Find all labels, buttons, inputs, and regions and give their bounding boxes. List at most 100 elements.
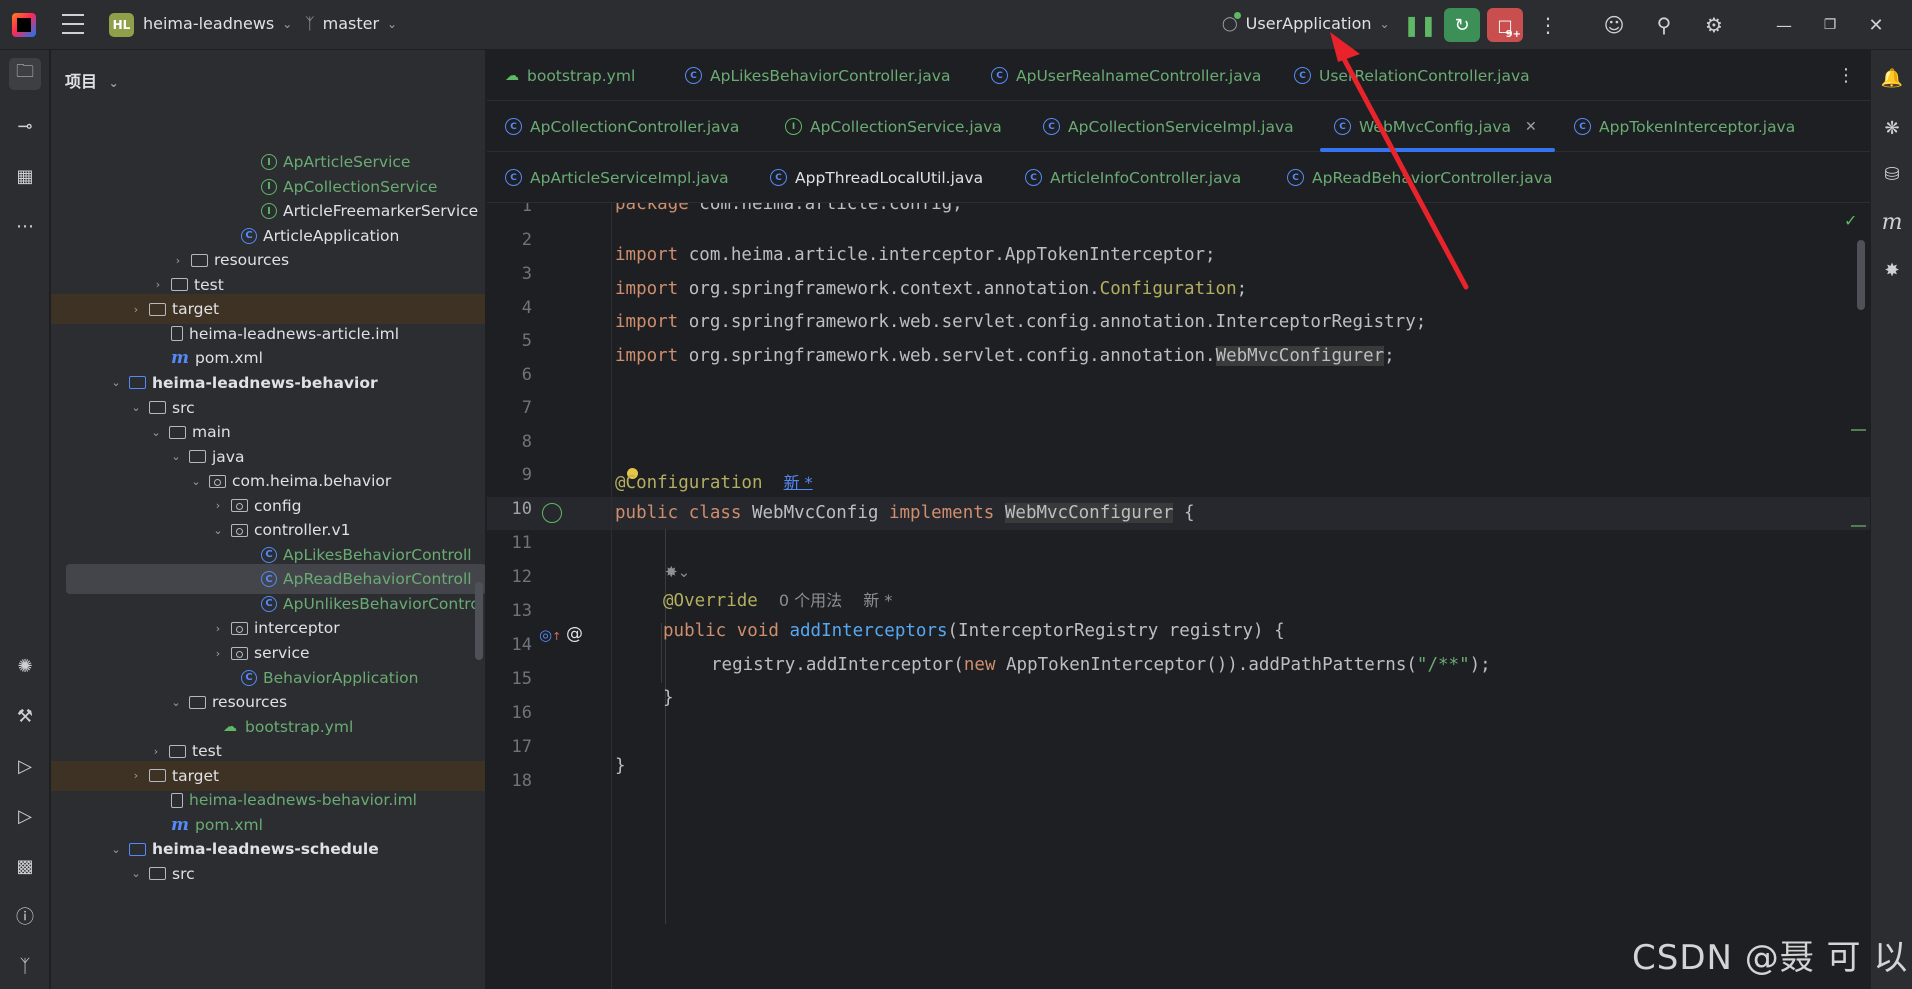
mapping-at-icon[interactable]: @ bbox=[566, 624, 583, 644]
tab-apcollection-service[interactable]: I ApCollectionService.java bbox=[785, 101, 1002, 152]
minimize-icon[interactable]: — bbox=[1766, 8, 1802, 42]
tab-apuserrealname-controller[interactable]: C ApUserRealnameController.java bbox=[991, 50, 1261, 101]
class-icon: C bbox=[505, 118, 522, 135]
more-tools-icon[interactable]: ⋯ bbox=[9, 210, 41, 242]
debug-icon[interactable]: ▷ bbox=[9, 750, 41, 782]
code-token: WebMvcConfigurer bbox=[1004, 503, 1174, 523]
tab-apptokeninterceptor[interactable]: C AppTokenInterceptor.java bbox=[1574, 101, 1795, 152]
author-hint[interactable]: 新 * bbox=[863, 591, 892, 610]
line-number: 18 bbox=[511, 771, 532, 791]
tree-row[interactable]: ⌄ src bbox=[51, 859, 485, 889]
ai-assistant-icon[interactable]: ✸⌄ bbox=[665, 563, 690, 581]
tab-apcollection-controller[interactable]: C ApCollectionController.java bbox=[505, 101, 739, 152]
problems-icon[interactable]: ⓘ bbox=[9, 900, 41, 932]
tree-row-label: test bbox=[192, 742, 222, 761]
expand-chevron-icon[interactable]: ⌄ bbox=[129, 401, 143, 414]
expand-chevron-icon[interactable]: › bbox=[211, 647, 225, 660]
project-switcher[interactable]: heima-leadnews ⌄ bbox=[143, 14, 292, 33]
project-badge[interactable]: HL bbox=[109, 13, 134, 37]
red-annotation-arrow-icon bbox=[1330, 32, 1469, 290]
expand-chevron-icon[interactable]: ⌄ bbox=[149, 426, 163, 439]
notifications-bell-icon[interactable]: 🔔 bbox=[1878, 64, 1906, 92]
spring-bean-icon[interactable] bbox=[542, 503, 562, 523]
file-icon bbox=[171, 326, 183, 342]
tab-aplikes-controller[interactable]: C ApLikesBehaviorController.java bbox=[685, 50, 950, 101]
line-number: 5 bbox=[521, 331, 532, 351]
tree-scrollbar[interactable] bbox=[475, 582, 483, 660]
intellij-logo-icon[interactable] bbox=[12, 13, 36, 37]
expand-chevron-icon[interactable]: ⌄ bbox=[109, 376, 123, 389]
database-icon[interactable]: ⛁ bbox=[1878, 160, 1906, 188]
tree-row-label: pom.xml bbox=[195, 349, 263, 368]
tree-row-label: target bbox=[172, 766, 220, 785]
tab-appthreadlocalutil[interactable]: C AppThreadLocalUtil.java bbox=[770, 152, 983, 203]
tab-row-1: ☁ bootstrap.yml C ApLikesBehaviorControlle… bbox=[487, 50, 1870, 101]
expand-chevron-icon[interactable]: › bbox=[129, 769, 143, 782]
tab-articleinfo-controller[interactable]: C ArticleInfoController.java bbox=[1025, 152, 1241, 203]
branch-switcher[interactable]: ᛉ master ⌄ bbox=[305, 14, 397, 33]
expand-chevron-icon[interactable]: ⌄ bbox=[211, 524, 225, 537]
close-window-icon[interactable]: ✕ bbox=[1858, 8, 1894, 42]
code-line-13: public void addInterceptors(InterceptorR… bbox=[663, 621, 1285, 641]
commit-icon[interactable]: ⊸ bbox=[9, 110, 41, 142]
maven-file-icon: m bbox=[171, 348, 189, 369]
main-menu-icon[interactable] bbox=[62, 14, 84, 34]
settings-gear-icon[interactable]: ⚙ bbox=[1696, 8, 1732, 42]
expand-chevron-icon[interactable]: › bbox=[171, 254, 185, 267]
override-method-icon[interactable]: ◎↑ bbox=[539, 626, 561, 644]
project-folder-icon[interactable]: 🗀 bbox=[9, 58, 41, 90]
expand-chevron-icon[interactable]: › bbox=[149, 745, 163, 758]
plugin-icon[interactable]: ✸ bbox=[1878, 256, 1906, 284]
tree-row-label: java bbox=[212, 447, 245, 466]
expand-chevron-icon[interactable]: › bbox=[151, 278, 165, 291]
code-token: void bbox=[736, 621, 779, 641]
tab-options-icon[interactable]: ⋮ bbox=[1837, 50, 1855, 101]
close-tab-icon[interactable]: ✕ bbox=[1525, 119, 1537, 135]
terminal-icon[interactable]: ▩ bbox=[9, 850, 41, 882]
expand-chevron-icon[interactable]: ⌄ bbox=[129, 867, 143, 880]
code-token: @Configuration bbox=[615, 473, 763, 493]
more-actions-icon[interactable]: ⋮ bbox=[1530, 8, 1566, 42]
usages-hint[interactable]: 0 个用法 bbox=[779, 591, 842, 610]
expand-chevron-icon[interactable]: ⌄ bbox=[169, 696, 183, 709]
expand-chevron-icon[interactable]: ⌄ bbox=[169, 450, 183, 463]
search-icon[interactable]: ⚲ bbox=[1646, 8, 1682, 42]
class-icon: C bbox=[991, 67, 1008, 84]
no-problems-check-icon[interactable]: ✓ bbox=[1844, 211, 1857, 230]
ai-assistant-spiral-icon[interactable]: ❋ bbox=[1878, 114, 1906, 142]
code-editor[interactable]: 1 2 3 4 5 6 7 8 9 10 11 12 13 14 15 16 17 18 ◎↑ @ ✸⌄ pack… bbox=[487, 203, 1870, 989]
build-hammer-icon[interactable]: ⚒ bbox=[9, 700, 41, 732]
tab-aparticle-serviceimpl[interactable]: C ApArticleServiceImpl.java bbox=[505, 152, 729, 203]
expand-chevron-icon[interactable]: ⌄ bbox=[109, 843, 123, 856]
maven-icon[interactable]: m bbox=[1878, 208, 1906, 236]
editor-scrollbar[interactable] bbox=[1857, 240, 1865, 310]
git-icon[interactable]: ᛉ bbox=[9, 950, 41, 982]
code-token: import bbox=[615, 245, 679, 265]
tree-row-label: bootstrap.yml bbox=[245, 717, 354, 736]
expand-chevron-icon[interactable]: ⌄ bbox=[189, 475, 203, 488]
tab-bootstrap-yml[interactable]: ☁ bootstrap.yml bbox=[505, 50, 635, 101]
line-number: 8 bbox=[521, 432, 532, 452]
expand-chevron-icon[interactable]: › bbox=[129, 303, 143, 316]
class-icon: C bbox=[261, 546, 277, 563]
project-panel-header[interactable]: 项目 ⌄ bbox=[65, 68, 119, 92]
tree-row-label: heima-leadnews-article.iml bbox=[189, 324, 399, 343]
code-token: ); bbox=[1469, 655, 1491, 675]
run-icon[interactable]: ▷ bbox=[9, 800, 41, 832]
add-user-icon[interactable]: ☺ bbox=[1596, 8, 1632, 42]
services-icon[interactable]: ✺ bbox=[9, 650, 41, 682]
expand-chevron-icon[interactable]: › bbox=[211, 499, 225, 512]
maven-file-icon: m bbox=[171, 814, 189, 835]
chevron-down-icon: ⌄ bbox=[282, 16, 293, 31]
debug-sessions-button[interactable]: □ 9+ bbox=[1487, 8, 1523, 42]
project-tool-window: 项目 ⌄ I ApArticleService I ApCollectionServi… bbox=[51, 50, 486, 989]
class-icon: C bbox=[1574, 118, 1591, 135]
restore-window-icon[interactable]: ❐ bbox=[1812, 8, 1848, 42]
expand-chevron-icon[interactable]: › bbox=[211, 622, 225, 635]
structure-icon[interactable]: ▦ bbox=[9, 160, 41, 192]
class-icon: C bbox=[505, 169, 522, 186]
code-token: class bbox=[688, 503, 742, 523]
author-hint-link[interactable]: 新 * bbox=[784, 473, 813, 492]
tab-apcollection-serviceimpl[interactable]: C ApCollectionServiceImpl.java bbox=[1043, 101, 1294, 152]
